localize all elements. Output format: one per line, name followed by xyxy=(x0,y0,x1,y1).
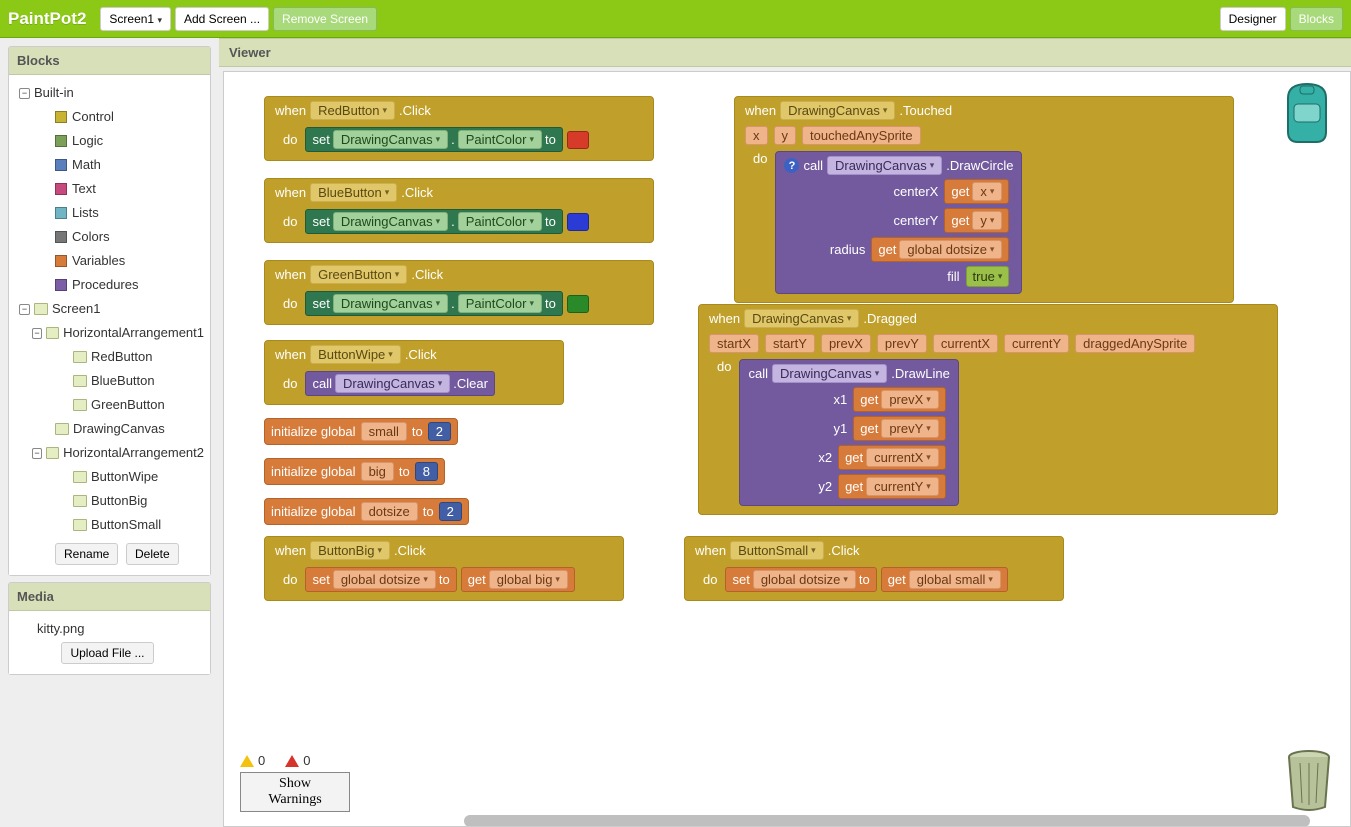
tree-greenbutton[interactable]: GreenButton xyxy=(15,393,204,417)
show-warnings-button[interactable]: Show Warnings xyxy=(240,772,350,812)
screen-dropdown[interactable]: Screen1 ▾ xyxy=(100,7,171,31)
color-swatch-red xyxy=(567,131,589,149)
tree-buttonwipe[interactable]: ButtonWipe xyxy=(15,465,204,489)
media-file[interactable]: kitty.png xyxy=(15,617,204,638)
blocks-tab[interactable]: Blocks xyxy=(1290,7,1343,31)
upload-file-button[interactable]: Upload File ... xyxy=(61,642,153,664)
tree-bluebutton[interactable]: BlueButton xyxy=(15,369,204,393)
tree-builtin[interactable]: −Built-in xyxy=(15,81,204,105)
block-greenbutton-click[interactable]: whenGreenButton▾.Click do setDrawingCanv… xyxy=(264,260,654,325)
help-icon[interactable]: ? xyxy=(784,158,799,173)
error-icon xyxy=(285,755,299,767)
call-drawline[interactable]: callDrawingCanvas▾.DrawLine x1getprevX▾ … xyxy=(739,359,958,506)
tree-lists[interactable]: Lists xyxy=(15,201,204,225)
collapse-icon[interactable]: − xyxy=(19,88,30,99)
app-title: PaintPot2 xyxy=(8,9,86,29)
tree-colors[interactable]: Colors xyxy=(15,225,204,249)
block-redbutton-click[interactable]: whenRedButton▾.Click do setDrawingCanvas… xyxy=(264,96,654,161)
param-x: x xyxy=(745,126,768,145)
color-swatch-blue xyxy=(567,213,589,231)
tree-math[interactable]: Math xyxy=(15,153,204,177)
call-drawcircle[interactable]: ?callDrawingCanvas▾.DrawCircle centerXge… xyxy=(775,151,1022,294)
tree-procedures[interactable]: Procedures xyxy=(15,273,204,297)
viewer-title: Viewer xyxy=(219,38,1351,67)
add-screen-button[interactable]: Add Screen ... xyxy=(175,7,269,31)
collapse-icon[interactable]: − xyxy=(32,448,42,459)
block-bluebutton-click[interactable]: whenBlueButton▾.Click do setDrawingCanva… xyxy=(264,178,654,243)
media-panel: Media kitty.png Upload File ... xyxy=(8,582,211,675)
tree-buttonsmall[interactable]: ButtonSmall xyxy=(15,513,204,537)
block-init-small[interactable]: initialize globalsmallto2 xyxy=(264,418,458,445)
collapse-icon[interactable]: − xyxy=(32,328,42,339)
tree-ha2[interactable]: −HorizontalArrangement2 xyxy=(15,441,204,465)
designer-tab[interactable]: Designer xyxy=(1220,7,1286,31)
horizontal-scrollbar[interactable] xyxy=(464,815,1310,827)
remove-screen-button[interactable]: Remove Screen xyxy=(273,7,377,31)
tree-text[interactable]: Text xyxy=(15,177,204,201)
tree-screen1[interactable]: −Screen1 xyxy=(15,297,204,321)
sidebar: Blocks −Built-in Control Logic Math Text… xyxy=(0,38,219,827)
collapse-icon[interactable]: − xyxy=(19,304,30,315)
warnings-bar: 0 0 Show Warnings xyxy=(240,753,350,812)
trash-icon[interactable] xyxy=(1282,749,1336,816)
block-init-dotsize[interactable]: initialize globaldotsizeto2 xyxy=(264,498,469,525)
blocks-canvas[interactable]: whenRedButton▾.Click do setDrawingCanvas… xyxy=(223,71,1351,827)
top-bar: PaintPot2 Screen1 ▾ Add Screen ... Remov… xyxy=(0,0,1351,38)
tree-buttonbig[interactable]: ButtonBig xyxy=(15,489,204,513)
tree-control[interactable]: Control xyxy=(15,105,204,129)
tree-logic[interactable]: Logic xyxy=(15,129,204,153)
block-canvas-touched[interactable]: whenDrawingCanvas▾.Touched x y touchedAn… xyxy=(734,96,1234,303)
param-touchedanysprite: touchedAnySprite xyxy=(802,126,921,145)
block-buttonbig-click[interactable]: whenButtonBig▾.Click do setglobal dotsiz… xyxy=(264,536,624,601)
tree-redbutton[interactable]: RedButton xyxy=(15,345,204,369)
param-y: y xyxy=(774,126,797,145)
color-swatch-green xyxy=(567,295,589,313)
blocks-panel-title: Blocks xyxy=(9,47,210,75)
block-buttonsmall-click[interactable]: whenButtonSmall▾.Click do setglobal dots… xyxy=(684,536,1064,601)
block-buttonwipe-click[interactable]: whenButtonWipe▾.Click do callDrawingCanv… xyxy=(264,340,564,405)
warning-icon xyxy=(240,755,254,767)
backpack-icon[interactable] xyxy=(1276,80,1338,149)
tree-ha1[interactable]: −HorizontalArrangement1 xyxy=(15,321,204,345)
media-panel-title: Media xyxy=(9,583,210,611)
tree-variables[interactable]: Variables xyxy=(15,249,204,273)
tree-drawingcanvas[interactable]: DrawingCanvas xyxy=(15,417,204,441)
delete-button[interactable]: Delete xyxy=(126,543,179,565)
blocks-panel: Blocks −Built-in Control Logic Math Text… xyxy=(8,46,211,576)
block-init-big[interactable]: initialize globalbigto8 xyxy=(264,458,445,485)
rename-button[interactable]: Rename xyxy=(55,543,118,565)
block-canvas-dragged[interactable]: whenDrawingCanvas▾.Dragged startX startY… xyxy=(698,304,1278,515)
